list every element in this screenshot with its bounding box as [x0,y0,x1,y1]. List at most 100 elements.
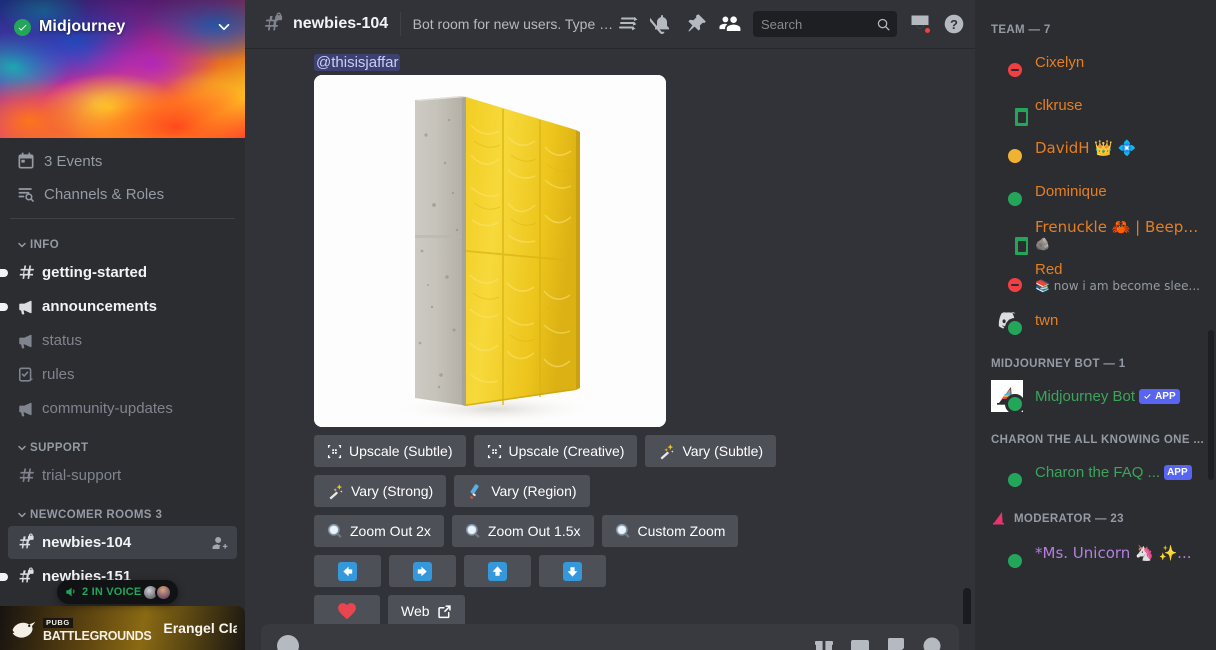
member-row[interactable]: Red 📚 now i am become slee... ▤ [983,256,1208,298]
pan-down-button[interactable] [539,555,606,587]
server-header[interactable]: Midjourney [0,12,245,42]
search-input[interactable] [761,16,876,32]
sticker-icon[interactable] [885,635,907,650]
upscale-icon [487,444,502,459]
gift-icon[interactable] [813,635,835,650]
vary-region-button[interactable]: Vary (Region) [454,475,590,507]
member-list: TEAM — 7 Cixelyn clkruse DavidH 👑 💠 Domi… [975,0,1216,650]
message-input-box[interactable] [261,624,959,650]
channel-name: newbies-104 [42,534,132,551]
search-box[interactable] [753,11,897,37]
member-row[interactable]: Charon the FAQ ... APP [983,451,1208,493]
main-content: newbies-104 Bot room for new users. Type… [245,0,975,650]
gif-icon[interactable] [849,635,871,650]
sidebar-item-events[interactable]: 3 Events [8,145,237,177]
category-newcomer-rooms[interactable]: NEWCOMER ROOMS 3 [0,493,245,525]
pin-icon[interactable] [683,11,709,37]
upscale-subtle-button[interactable]: Upscale (Subtle) [314,435,466,467]
member-row[interactable]: DavidH 👑 💠 [983,127,1208,169]
pan-left-button[interactable] [314,555,381,587]
chevron-down-icon[interactable] [215,18,233,36]
bell-muted-icon[interactable] [649,11,675,37]
channel-topic[interactable]: Bot room for new users. Type /imagine th… [413,16,615,32]
pubg-wordmark: PUBG BATTLEGROUNDS [43,613,152,643]
member-name: Frenuckle 🦀 | Beep ... [1035,217,1200,236]
pan-right-button[interactable] [389,555,456,587]
voice-avatar [155,583,173,601]
sidebar-item-getting-started[interactable]: getting-started [0,256,237,289]
button-row: Web [314,595,975,624]
magnifier-icon [615,523,631,539]
verified-check-icon [1144,393,1151,399]
member-row[interactable]: Cixelyn [983,41,1208,83]
channel-name: rules [42,366,75,383]
message-scrollbar[interactable] [963,588,971,624]
server-name: Midjourney [39,18,126,35]
members-icon[interactable] [717,11,743,37]
sidebar-item-status[interactable]: status [8,324,237,357]
upscale-creative-button[interactable]: Upscale (Creative) [473,435,638,467]
member-row[interactable]: Midjourney Bot APP [983,375,1208,417]
member-name: Dominique [1035,182,1107,200]
member-row[interactable]: Dominique [983,170,1208,212]
sidebar-item-channels-roles[interactable]: Channels & Roles [8,178,237,210]
favorite-button[interactable] [314,595,380,624]
topbar-actions: ? [615,11,967,37]
add-member-icon[interactable] [211,534,229,552]
pan-up-button[interactable] [464,555,531,587]
calendar-icon [16,151,36,171]
category-support[interactable]: SUPPORT [0,426,245,458]
member-row[interactable]: *Ms. Unicorn 🦄 ✨... [983,532,1208,574]
user-mention[interactable]: @thisisjaffar [314,54,401,71]
status-badge [1005,275,1025,295]
group-header-label: MODERATOR — 23 [1014,512,1124,525]
member-name: Red [1035,261,1063,278]
voice-participants-pill[interactable]: 2 IN VOICE [57,580,179,604]
member-row[interactable]: twn [983,299,1208,341]
add-attachment-icon[interactable] [277,635,299,650]
channel-name: status [42,332,83,349]
zoom-out-2x-button[interactable]: Zoom Out 2x [314,515,444,547]
member-info: Red 📚 now i am become slee... ▤ [1035,261,1200,293]
sidebar-item-announcements[interactable]: announcements [0,290,237,323]
zoom-out-1-5x-button[interactable]: Zoom Out 1.5x [451,515,594,547]
inbox-icon[interactable] [907,11,933,37]
notification-dot [923,26,932,35]
attachment-wrapper [314,75,975,427]
discord-app-window: Midjourney 3 Events Channels & Roles INF… [0,0,1216,650]
help-circle-icon[interactable]: ? [941,11,967,37]
member-list-scrollbar[interactable] [1208,330,1214,480]
sidebar-item-community-updates[interactable]: community-updates [8,392,237,425]
threads-icon[interactable] [615,11,641,37]
member-group-header: MODERATOR — 23 [975,494,1216,531]
member-name: Midjourney Bot APP [1035,388,1200,405]
channel-title: newbies-104 [293,15,389,32]
hash-lock-icon [261,12,285,36]
category-info[interactable]: INFO [0,223,245,255]
sparkle-wand-icon [327,483,344,500]
sidebar-item-newbies-104[interactable]: newbies-104 [8,526,237,559]
status-badge [1005,189,1025,209]
member-name: twn [1035,311,1059,329]
search-icon [876,17,891,32]
vary-subtle-button[interactable]: Vary (Subtle) [645,435,777,467]
sidebar-item-trial-support[interactable]: trial-support [8,459,237,492]
server-banner[interactable]: Midjourney [0,0,245,138]
web-button[interactable]: Web [388,595,465,624]
game-activity-banner[interactable]: PUBG BATTLEGROUNDS Erangel Classic Qu [0,606,245,650]
pubg-bird-icon [10,616,38,640]
paintbrush-icon [467,483,484,500]
message-image-attachment[interactable] [314,75,666,427]
member-row[interactable]: clkruse [983,84,1208,128]
channel-name: announcements [42,298,158,315]
sidebar-item-label: Channels & Roles [44,185,165,203]
member-name: clkruse [1035,96,1083,114]
sidebar-item-rules[interactable]: rules [8,358,237,391]
member-row[interactable]: Frenuckle 🦀 | Beep ... 🪨 [983,213,1208,257]
pubg-brand-small: PUBG [43,618,73,628]
emoji-icon[interactable] [921,635,943,650]
vary-strong-button[interactable]: Vary (Strong) [314,475,447,507]
status-badge [1005,146,1025,166]
button-label: Zoom Out 2x [350,523,431,539]
custom-zoom-button[interactable]: Custom Zoom [601,515,739,547]
